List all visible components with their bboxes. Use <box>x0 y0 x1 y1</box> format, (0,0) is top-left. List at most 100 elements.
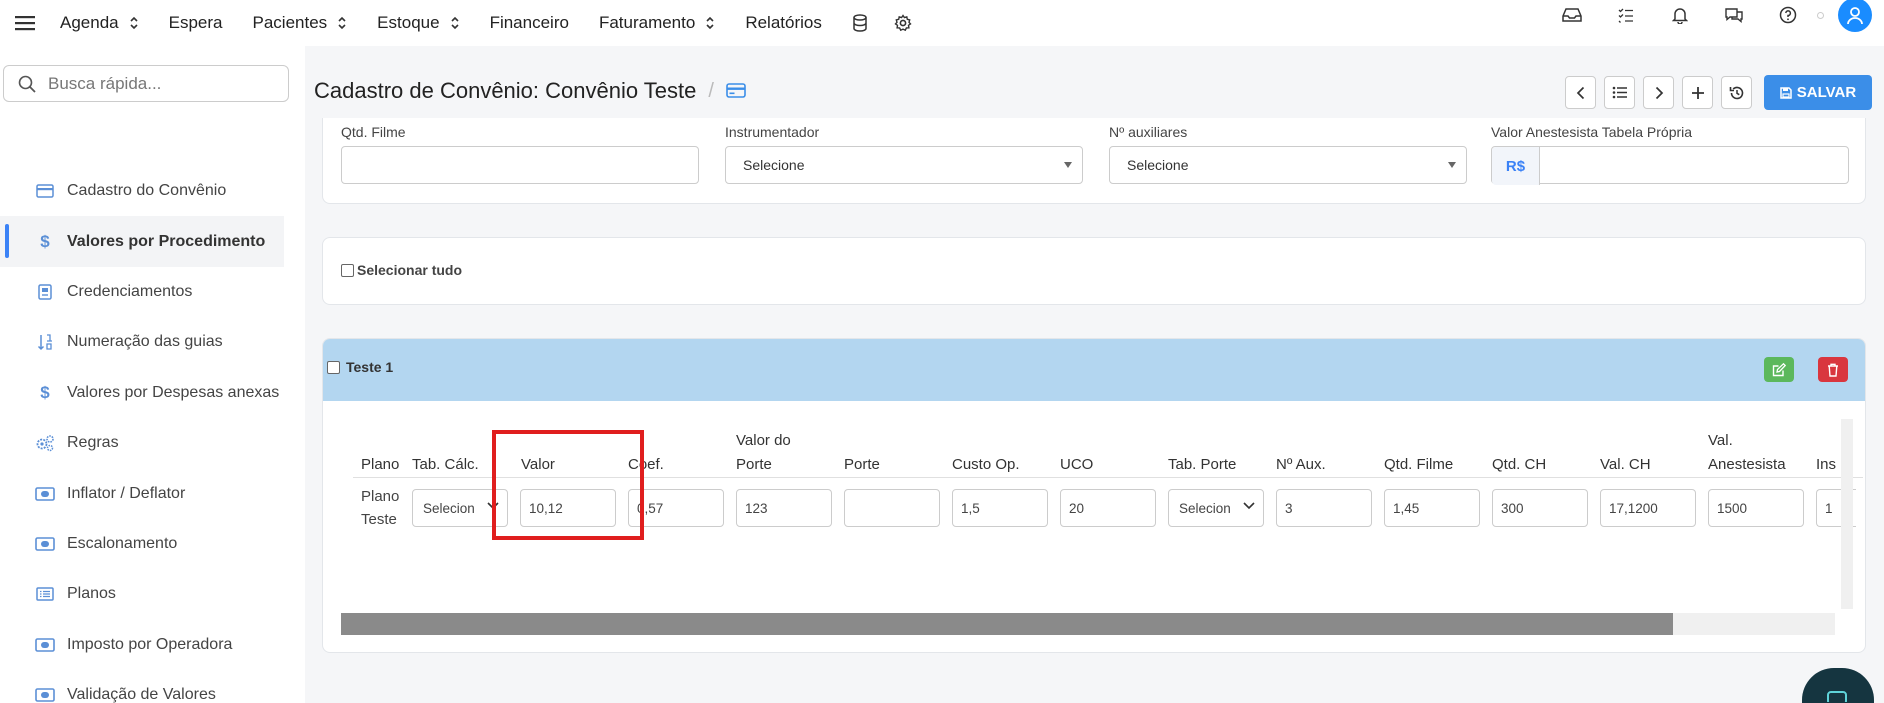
checklist-icon[interactable] <box>1613 2 1639 28</box>
sidebar-item-label: Planos <box>67 585 116 603</box>
sidebar-item-label: Cadastro do Convênio <box>67 182 227 200</box>
sidebar-item-despesas[interactable]: $ Valores por Despesas anexas <box>0 368 305 418</box>
prev-button[interactable] <box>1565 76 1596 109</box>
qtd-filme-cell-input[interactable]: 1,45 <box>1384 489 1480 527</box>
sidebar: Cadastro do Convênio $ Valores por Proce… <box>0 46 305 703</box>
anestesista-input[interactable]: R$ <box>1491 146 1849 185</box>
chat-icon[interactable] <box>1721 2 1747 28</box>
sidebar-item-label: Inflator / Deflator <box>67 484 186 502</box>
nav-financeiro[interactable]: Financeiro <box>490 13 569 33</box>
sidebar-item-label: Validação de Valores <box>67 686 216 703</box>
sidebar-item-validacao[interactable]: Validação de Valores <box>0 670 305 703</box>
horizontal-scrollbar[interactable] <box>341 613 1835 635</box>
valor-input[interactable]: 10,12 <box>520 489 616 527</box>
group-title: Teste 1 <box>346 359 394 375</box>
th-tab-porte: Tab. Porte <box>1168 456 1237 473</box>
bell-icon[interactable] <box>1667 2 1693 28</box>
nav-pacientes-label: Pacientes <box>252 13 328 32</box>
sidebar-item-label: Numeração das guias <box>67 333 223 351</box>
instrumentador-value: Selecione <box>743 157 805 173</box>
nav-faturamento[interactable]: Faturamento <box>599 13 715 33</box>
next-button[interactable] <box>1643 76 1674 109</box>
td-plano-1: Plano <box>361 488 400 505</box>
card-icon[interactable] <box>726 78 746 104</box>
sidebar-item-regras[interactable]: Regras <box>0 418 305 468</box>
uco-input[interactable]: 20 <box>1060 489 1156 527</box>
save-button[interactable]: SALVAR <box>1764 75 1872 110</box>
qtd-filme-input[interactable] <box>341 146 699 184</box>
th-tab-calc: Tab. Cálc. <box>412 456 479 473</box>
chevron-down-icon <box>487 502 499 510</box>
sidebar-item-label: Valores por Procedimento <box>67 232 266 250</box>
status-dot <box>1817 11 1824 19</box>
group-title-row: Teste 1 <box>327 359 393 375</box>
list-icon <box>1612 86 1627 99</box>
select-all-checkbox[interactable] <box>341 263 354 277</box>
th-n-aux: Nº Aux. <box>1276 456 1326 473</box>
chat-widget-button[interactable] <box>1802 668 1874 703</box>
sidebar-item-label: Regras <box>67 434 119 452</box>
database-icon[interactable] <box>852 14 868 32</box>
sidebar-item-imposto[interactable]: Imposto por Operadora <box>0 620 305 670</box>
quick-search-input[interactable] <box>48 73 268 94</box>
nav-estoque[interactable]: Estoque <box>377 13 459 33</box>
th-ins: Ins <box>1816 456 1837 473</box>
vertical-scrollbar[interactable] <box>1841 419 1853 609</box>
edit-icon <box>1772 362 1786 376</box>
val-anestesista-input[interactable]: 1500 <box>1708 489 1804 527</box>
quick-search[interactable] <box>3 65 289 102</box>
nav-pacientes[interactable]: Pacientes <box>253 13 348 33</box>
inbox-icon[interactable] <box>1559 2 1585 28</box>
tab-calc-select[interactable]: Selecion <box>412 489 508 527</box>
horizontal-scrollbar-thumb[interactable] <box>341 613 1673 635</box>
chevron-up-down-icon <box>450 16 459 30</box>
qtd-ch-input[interactable]: 300 <box>1492 489 1588 527</box>
delete-button[interactable] <box>1818 357 1848 382</box>
auxiliares-select[interactable]: Selecione <box>1109 146 1467 184</box>
help-icon[interactable] <box>1775 2 1801 28</box>
add-button[interactable] <box>1682 76 1713 109</box>
nav-relatorios[interactable]: Relatórios <box>745 13 822 33</box>
tab-porte-select[interactable]: Selecion <box>1168 489 1264 527</box>
nav-agenda[interactable]: Agenda <box>60 13 139 33</box>
sidebar-item-inflator[interactable]: Inflator / Deflator <box>0 468 305 518</box>
sidebar-item-cadastro[interactable]: Cadastro do Convênio <box>0 166 305 216</box>
caret-down-icon <box>1064 162 1072 168</box>
th-valor-porte-2: Porte <box>736 456 772 473</box>
gear-icon[interactable] <box>894 14 912 32</box>
sidebar-item-planos[interactable]: Planos <box>0 569 305 619</box>
money-icon <box>35 635 55 655</box>
th-porte: Porte <box>844 456 880 473</box>
tab-calc-value: Selecion <box>423 500 475 516</box>
custo-op-input[interactable]: 1,5 <box>952 489 1048 527</box>
porte-input[interactable] <box>844 489 940 527</box>
auxiliares-value: Selecione <box>1127 157 1189 173</box>
group-checkbox[interactable] <box>327 360 340 374</box>
auxiliares-label: Nº auxiliares <box>1109 124 1188 140</box>
user-avatar-icon[interactable] <box>1838 0 1872 32</box>
select-all-panel: Selecionar tudo <box>322 237 1866 305</box>
hamburger-menu-icon[interactable] <box>14 12 36 34</box>
list-button[interactable] <box>1604 76 1635 109</box>
valor-porte-input[interactable]: 123 <box>736 489 832 527</box>
history-button[interactable] <box>1721 76 1752 109</box>
val-ch-input[interactable]: 17,1200 <box>1600 489 1696 527</box>
n-aux-input[interactable]: 3 <box>1276 489 1372 527</box>
page-title-text: Cadastro de Convênio: Convênio Teste <box>314 78 697 103</box>
coef-input[interactable]: 0,57 <box>628 489 724 527</box>
select-all-row: Selecionar tudo <box>341 262 462 278</box>
nav-espera[interactable]: Espera <box>169 13 223 33</box>
instrumentador-select[interactable]: Selecione <box>725 146 1083 184</box>
breadcrumb-separator: / <box>708 79 714 102</box>
sidebar-item-escalonamento[interactable]: Escalonamento <box>0 519 305 569</box>
sidebar-item-valores-procedimento[interactable]: $ Valores por Procedimento <box>0 216 284 267</box>
nav-agenda-label: Agenda <box>60 13 119 32</box>
edit-button[interactable] <box>1764 357 1794 382</box>
trash-icon <box>1828 363 1838 377</box>
th-valor-porte-1: Valor do <box>736 432 791 449</box>
sidebar-item-numeracao[interactable]: Numeração das guias <box>0 317 305 367</box>
sidebar-item-credenciamentos[interactable]: Credenciamentos <box>0 267 305 317</box>
anestesista-label: Valor Anestesista Tabela Própria <box>1491 124 1693 140</box>
th-plano: Plano <box>361 456 400 473</box>
currency-addon: R$ <box>1492 147 1540 185</box>
